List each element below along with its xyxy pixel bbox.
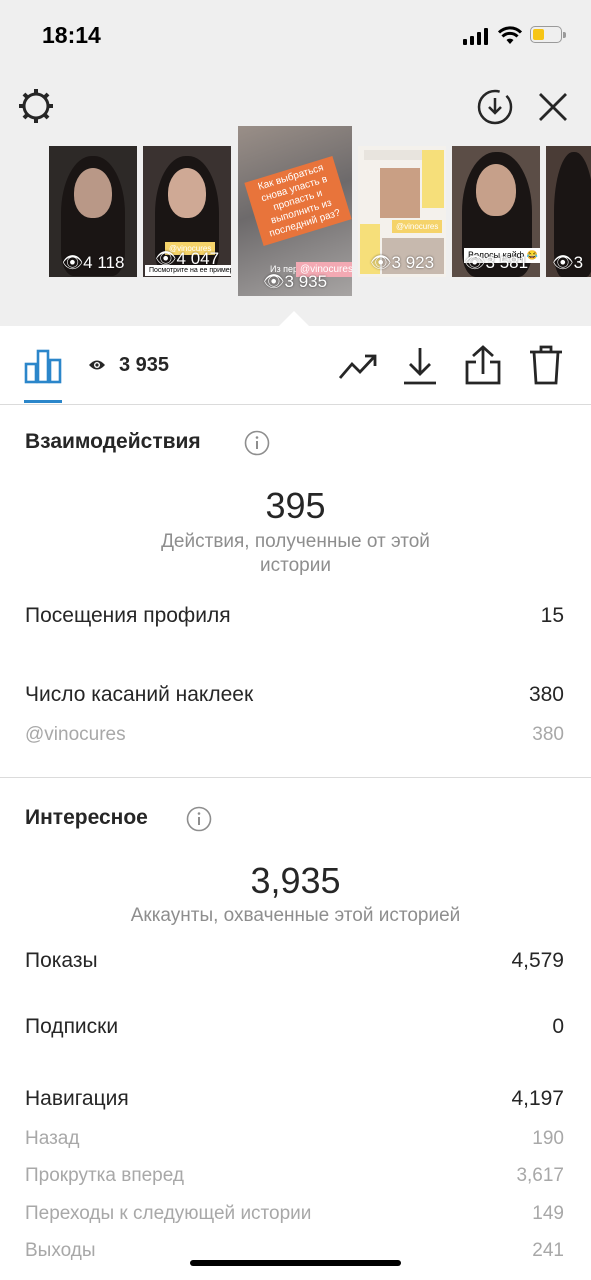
home-indicator[interactable]	[190, 1260, 401, 1266]
sticker-taps-label: Число касаний наклеек	[25, 683, 254, 706]
interactions-total: 395	[265, 485, 326, 526]
discovery-total-caption: Аккаунты, охваченные этой историей	[130, 905, 461, 926]
profile-visits-value: 15	[540, 604, 564, 627]
bar-chart-icon[interactable]	[24, 348, 62, 384]
info-icon[interactable]	[186, 806, 212, 832]
nav-exits-label: Выходы	[25, 1240, 96, 1261]
nav-back-label: Назад	[25, 1128, 80, 1149]
battery-icon	[530, 26, 566, 45]
impressions-value: 4,579	[511, 949, 564, 972]
sticker-mention-value: 380	[532, 724, 564, 745]
story-thumbnail[interactable]: 👁3	[546, 146, 591, 277]
story-thumbnail[interactable]: @vinocures 👁3 923	[358, 146, 446, 277]
insights-tab-underline	[24, 400, 62, 403]
story-view-count: 👁3 581	[463, 253, 529, 272]
navigation-label: Навигация	[25, 1087, 129, 1110]
gear-icon[interactable]	[16, 86, 56, 126]
cellular-signal-icon	[463, 28, 489, 45]
follows-label: Подписки	[25, 1015, 119, 1038]
sticker-mention-label: @vinocures	[25, 724, 126, 745]
follows-value: 0	[552, 1015, 564, 1038]
toolbar-view-count: 3 935	[119, 354, 170, 376]
status-time: 18:14	[42, 22, 101, 48]
navigation-value: 4,197	[511, 1087, 564, 1110]
nav-next-story-label: Переходы к следующей истории	[25, 1203, 312, 1224]
story-thumbnail-selected[interactable]: Как выбраться снова упасть в пропасть и …	[238, 126, 352, 296]
nav-exits-value: 241	[532, 1240, 564, 1261]
download-circle-icon[interactable]	[476, 88, 514, 126]
story-caption: Посмотрите на ее примере да	[145, 265, 231, 276]
nav-forward-label: Прокрутка вперед	[25, 1165, 184, 1186]
interactions-total-caption: Действия, полученные от этой истории	[161, 531, 430, 576]
trending-up-icon[interactable]	[338, 350, 378, 382]
interactions-title: Взаимодействия	[25, 430, 201, 453]
eye-icon	[89, 360, 105, 370]
mention-sticker: @vinocures	[392, 220, 443, 233]
download-icon[interactable]	[402, 346, 438, 386]
section-divider	[0, 777, 591, 778]
share-icon[interactable]	[464, 344, 502, 386]
discovery-total: 3,935	[250, 860, 341, 901]
nav-forward-value: 3,617	[516, 1165, 564, 1186]
story-thumbnail[interactable]: 👁4 118	[49, 146, 137, 277]
discovery-title: Интересное	[25, 806, 148, 829]
status-bar: 18:14	[0, 0, 591, 72]
story-view-count: 👁3 923	[369, 253, 435, 272]
close-icon[interactable]	[536, 90, 570, 124]
trash-icon[interactable]	[527, 344, 565, 386]
story-thumbnail[interactable]: @vinocures 👁4 047 Посмотрите на ее приме…	[143, 146, 231, 277]
wifi-icon	[498, 26, 522, 44]
story-view-count: 👁4 118	[61, 253, 125, 272]
story-view-count: 👁3 935	[262, 272, 328, 291]
sticker-taps-value: 380	[528, 683, 564, 706]
info-icon[interactable]	[244, 430, 270, 456]
story-thumbnails-strip: 👁4 118 @vinocures 👁4 047 Посмотрите на е…	[0, 126, 591, 300]
selected-story-pointer	[279, 311, 309, 326]
story-toolbar: 3 935	[0, 326, 591, 405]
impressions-label: Показы	[25, 949, 98, 972]
story-thumbnail[interactable]: Волосы кайф 😂 👁3 581	[452, 146, 540, 277]
nav-next-story-value: 149	[532, 1203, 564, 1224]
nav-back-value: 190	[532, 1128, 564, 1149]
profile-visits-label: Посещения профиля	[25, 604, 231, 627]
story-view-count: 👁3	[552, 253, 584, 272]
